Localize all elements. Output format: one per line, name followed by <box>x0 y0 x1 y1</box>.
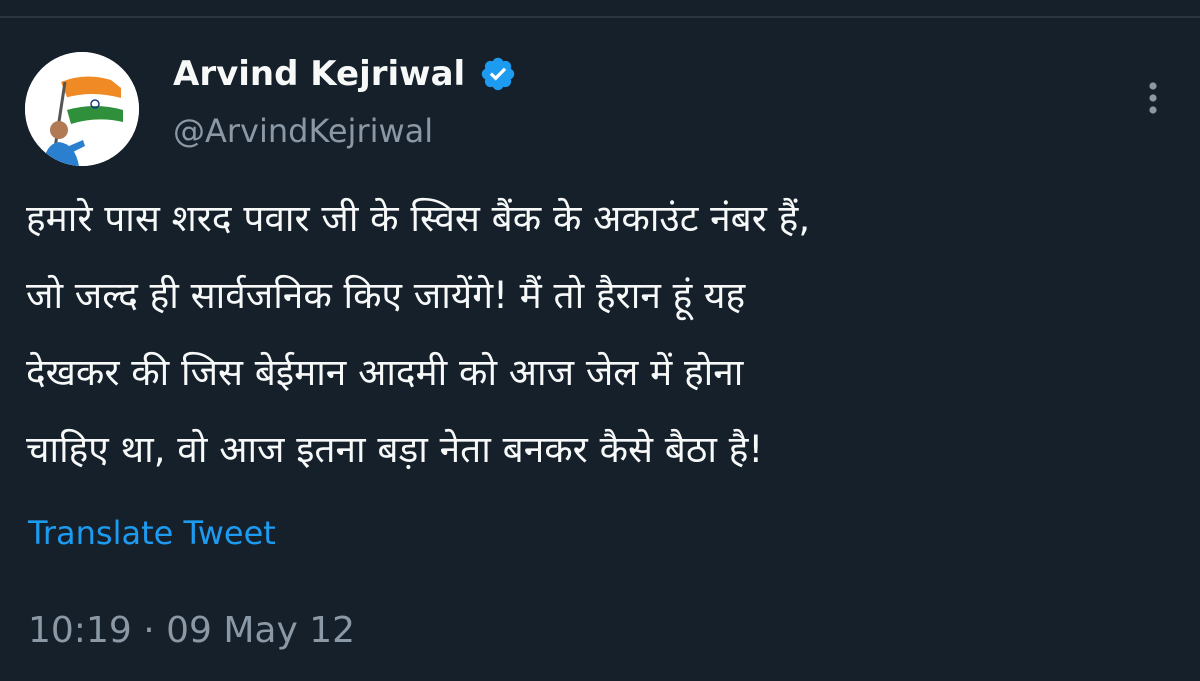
author-handle[interactable]: @ArvindKejriwal <box>173 108 433 154</box>
tweet-timestamp[interactable]: 10:19 · 09 May 12 <box>28 606 355 656</box>
tweet-text-line: देखकर की जिस बेईमान आदमी को आज जेल में ह… <box>26 351 744 394</box>
tweet-text-line: हमारे पास शरद पवार जी के स्विस बैंक के अ… <box>26 197 811 240</box>
tweet-text: हमारे पास शरद पवार जी के स्विस बैंक के अ… <box>26 180 1176 488</box>
top-divider <box>0 16 1200 18</box>
tweet-text-line: जो जल्द ही सार्वजनिक किए जायेंगे! मैं तो… <box>26 274 746 317</box>
avatar[interactable] <box>25 52 139 166</box>
author-display-name[interactable]: Arvind Kejriwal <box>173 50 465 98</box>
tweet-text-line: चाहिए था, वो आज इतना बड़ा नेता बनकर कैसे… <box>26 428 764 471</box>
verified-badge-icon <box>479 55 517 93</box>
avatar-image <box>25 52 139 166</box>
more-vertical-icon[interactable] <box>1138 78 1168 118</box>
author-name-row[interactable]: Arvind Kejriwal <box>173 50 517 98</box>
translate-tweet-link[interactable]: Translate Tweet <box>28 510 276 556</box>
